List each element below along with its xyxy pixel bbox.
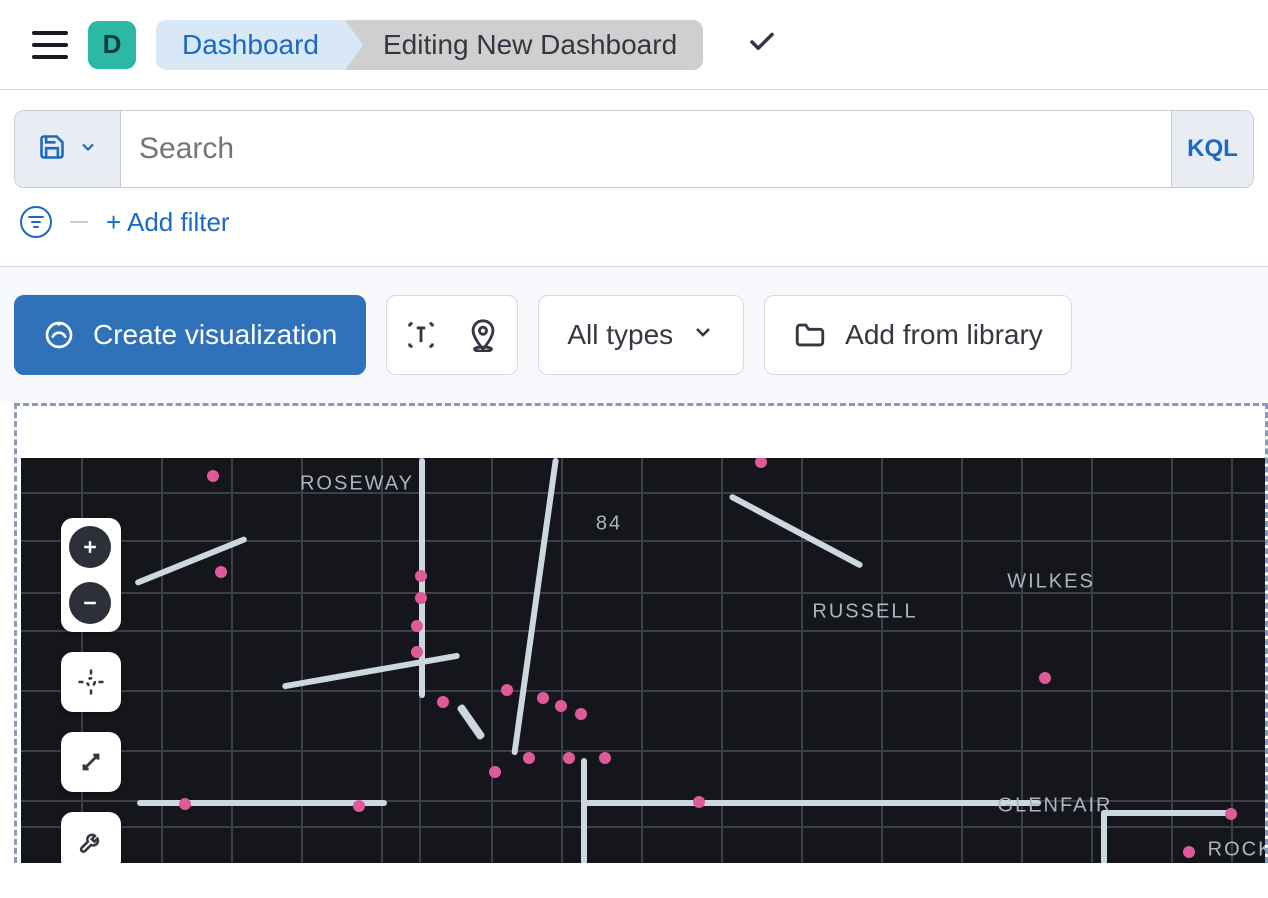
app-badge[interactable]: D: [88, 21, 136, 69]
editor-picker-button[interactable]: [386, 295, 518, 375]
fit-bounds-button[interactable]: [61, 652, 121, 712]
create-visualization-button[interactable]: Create visualization: [14, 295, 366, 375]
dashboard-grid: ROSEWAY 84 RUSSELL WILKES GLENFAIR ROCKW: [0, 403, 1268, 863]
folder-open-icon: [793, 318, 827, 352]
add-from-library-button[interactable]: Add from library: [764, 295, 1072, 375]
divider: [70, 221, 88, 223]
breadcrumb: Dashboard Editing New Dashboard: [156, 20, 703, 70]
chevron-down-icon[interactable]: [747, 27, 777, 62]
map-label-glenfair: GLENFAIR: [998, 795, 1113, 818]
chevron-down-icon: [78, 137, 98, 162]
breadcrumb-current: Editing New Dashboard: [345, 20, 703, 70]
kql-toggle-button[interactable]: KQL: [1171, 111, 1253, 187]
panel-type-filter-button[interactable]: All types: [538, 295, 744, 375]
dashboard-toolbar: Create visualization All types Add from …: [0, 267, 1268, 403]
save-icon: [38, 133, 66, 166]
map-controls: [61, 518, 121, 863]
saved-query-button[interactable]: [15, 111, 121, 187]
zoom-in-button[interactable]: [69, 526, 111, 568]
fullscreen-button[interactable]: [61, 732, 121, 792]
map-label-rockw: ROCKW: [1208, 839, 1265, 862]
panel-header[interactable]: [17, 406, 1265, 458]
filter-bar: + Add filter: [0, 188, 1268, 267]
add-from-library-label: Add from library: [845, 319, 1043, 351]
map-label-russell: RUSSELL: [812, 601, 917, 624]
map-label-roseway: ROSEWAY: [300, 473, 414, 496]
search-bar: KQL: [14, 110, 1254, 188]
query-bar: KQL: [0, 90, 1268, 188]
menu-toggle-button[interactable]: [32, 31, 68, 59]
map-tools-button[interactable]: [61, 812, 121, 863]
add-filter-button[interactable]: + Add filter: [106, 207, 230, 238]
filter-icon[interactable]: [20, 206, 52, 238]
map-pin-icon: [466, 318, 500, 352]
map-panel[interactable]: ROSEWAY 84 RUSSELL WILKES GLENFAIR ROCKW: [14, 403, 1268, 863]
map-canvas[interactable]: ROSEWAY 84 RUSSELL WILKES GLENFAIR ROCKW: [21, 458, 1265, 863]
topbar: D Dashboard Editing New Dashboard: [0, 0, 1268, 90]
map-label-route84: 84: [596, 513, 622, 536]
panel-type-filter-label: All types: [567, 319, 673, 351]
search-input[interactable]: [121, 111, 1171, 187]
create-visualization-label: Create visualization: [93, 319, 337, 351]
text-select-icon: [404, 318, 438, 352]
map-zoom-group: [61, 518, 121, 632]
breadcrumb-dashboard[interactable]: Dashboard: [156, 20, 345, 70]
zoom-out-button[interactable]: [69, 582, 111, 624]
chevron-down-icon: [691, 319, 715, 351]
map-label-wilkes: WILKES: [1007, 571, 1095, 594]
lens-icon: [43, 319, 75, 351]
